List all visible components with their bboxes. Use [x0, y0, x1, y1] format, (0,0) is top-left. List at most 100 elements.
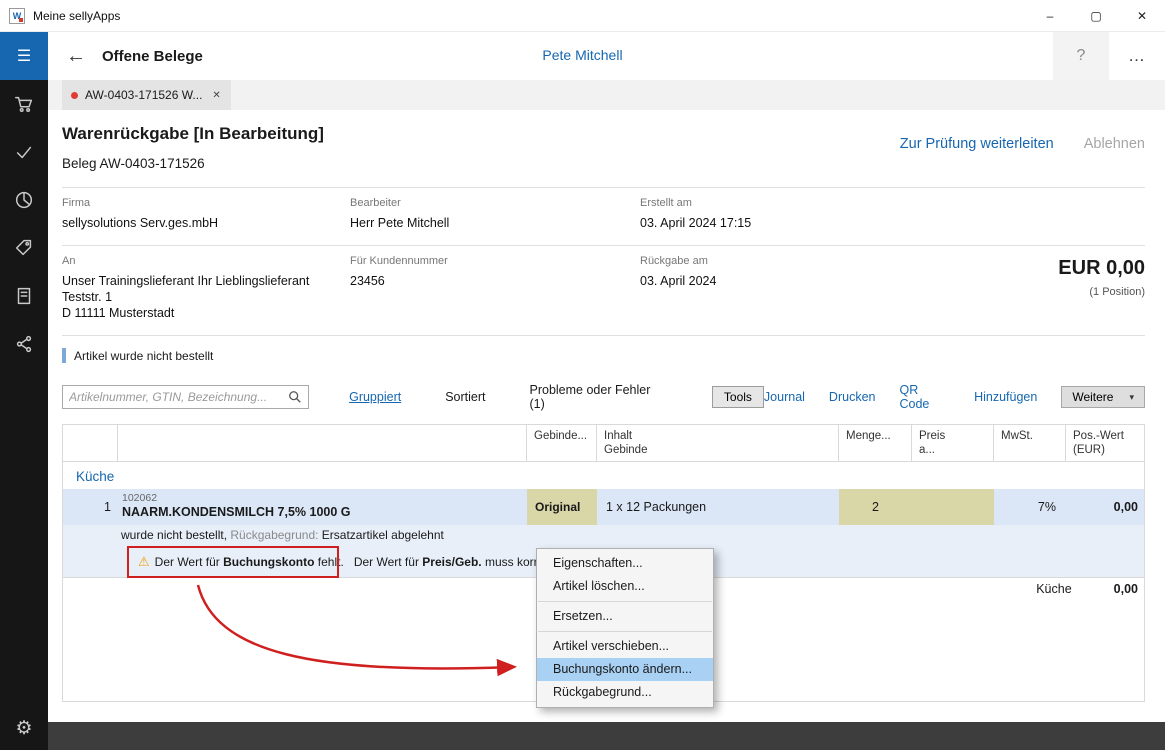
reject-link: Ablehnen: [1084, 136, 1145, 173]
bearbeiter-label: Bearbeiter: [350, 197, 640, 209]
menu-item-artikel-verschieben[interactable]: Artikel verschieben...: [537, 635, 713, 658]
col-number: [63, 425, 118, 461]
window-title: Meine sellyApps: [33, 9, 120, 23]
article-number: 102062: [122, 492, 527, 504]
kundennummer-value: 23456: [350, 273, 640, 289]
warning-icon: ⚠: [138, 554, 150, 570]
an-line1: Unser Trainingslieferant Ihr Lieblingsli…: [62, 273, 350, 289]
note-accent-bar: [62, 348, 66, 363]
hinzufuegen-link[interactable]: Hinzufügen: [974, 390, 1037, 404]
page-title: Offene Belege: [102, 48, 203, 65]
drucken-link[interactable]: Drucken: [829, 390, 876, 404]
rueckgabe-am-value: 03. April 2024: [640, 273, 895, 289]
warning-buchungskonto: ⚠ Der Wert für Buchungskonto fehlt.: [138, 554, 344, 570]
row-number: 1: [63, 489, 118, 525]
tools-button[interactable]: Tools: [712, 386, 764, 408]
window-controls: – ▢ ✕: [1027, 0, 1165, 32]
menge-cell[interactable]: 2: [839, 489, 912, 525]
col-inhalt-gebinde[interactable]: InhaltGebinde: [597, 425, 839, 461]
article-name: NAARM.KONDENSMILCH 7,5% 1000 G: [122, 504, 527, 520]
context-menu: Eigenschaften... Artikel löschen... Erse…: [536, 548, 714, 708]
forward-for-review-link[interactable]: Zur Prüfung weiterleiten: [900, 136, 1054, 173]
gruppiert-link[interactable]: Gruppiert: [349, 390, 401, 404]
back-button[interactable]: ←: [62, 45, 90, 68]
status-bar: [48, 722, 1165, 750]
menu-separator: [538, 601, 712, 602]
firma-label: Firma: [62, 197, 350, 209]
search-icon: [288, 390, 302, 404]
gear-icon[interactable]: ⚙: [0, 708, 48, 748]
help-button[interactable]: ?: [1053, 32, 1109, 80]
article-cell[interactable]: 102062 NAARM.KONDENSMILCH 7,5% 1000 G: [118, 489, 527, 525]
menu-item-ersetzen[interactable]: Ersetzen...: [537, 605, 713, 628]
an-line3: D 11111 Musterstadt: [62, 305, 350, 321]
pos-wert-cell: 0,00: [1066, 489, 1144, 525]
note-part-a: wurde nicht bestellt,: [121, 528, 230, 542]
erstellt-am-value: 03. April 2024 17:15: [640, 215, 895, 231]
document-note: Artikel wurde nicht bestellt: [62, 348, 1145, 363]
col-description: [118, 425, 527, 461]
menu-separator: [538, 631, 712, 632]
app-header: ☰ ← Offene Belege Pete Mitchell ? …: [0, 32, 1165, 80]
journal-link[interactable]: Journal: [764, 390, 805, 404]
menu-item-rueckgabegrund[interactable]: Rückgabegrund...: [537, 681, 713, 704]
erstellt-am-label: Erstellt am: [640, 197, 895, 209]
checkmark-icon[interactable]: [0, 128, 48, 176]
probleme-fehler-link[interactable]: Probleme oder Fehler (1): [530, 383, 668, 411]
bearbeiter-value: Herr Pete Mitchell: [350, 215, 640, 231]
document-tab[interactable]: AW-0403-171526 W... ✕: [62, 80, 231, 110]
title-bar: W Meine sellyApps – ▢ ✕: [0, 0, 1165, 32]
group-header[interactable]: Küche: [63, 462, 1144, 489]
more-options-button[interactable]: …: [1109, 32, 1165, 80]
maximize-button[interactable]: ▢: [1073, 0, 1119, 32]
tab-close-icon[interactable]: ✕: [212, 90, 220, 101]
an-label: An: [62, 255, 350, 267]
gebinde-cell[interactable]: Original: [527, 489, 597, 525]
col-preis[interactable]: Preisa...: [912, 425, 994, 461]
price-tag-icon[interactable]: [0, 224, 48, 272]
rueckgabegrund-label: Rückgabegrund:: [230, 528, 318, 542]
mwst-cell: 7%: [994, 489, 1066, 525]
table-row[interactable]: 1 102062 NAARM.KONDENSMILCH 7,5% 1000 G …: [63, 489, 1144, 525]
col-pos-wert[interactable]: Pos.-Wert(EUR): [1066, 425, 1144, 461]
menu-item-artikel-loeschen[interactable]: Artikel löschen...: [537, 575, 713, 598]
cart-icon[interactable]: [0, 80, 48, 128]
app-logo-icon: W: [9, 8, 25, 24]
qr-code-link[interactable]: QR Code: [899, 383, 950, 411]
rueckgabe-am-label: Rückgabe am: [640, 255, 895, 267]
sidebar: ⚙: [0, 80, 48, 750]
modified-indicator-dot: [71, 92, 78, 99]
summary-group-label: Küche: [1036, 582, 1071, 596]
current-user[interactable]: Pete Mitchell: [542, 47, 622, 63]
share-icon[interactable]: [0, 320, 48, 368]
weitere-label: Weitere: [1072, 390, 1113, 404]
summary-value: 0,00: [1114, 582, 1138, 596]
row-status-note: wurde nicht bestellt, Rückgabegrund: Ers…: [63, 525, 1144, 546]
document-header: Warenrückgabe [In Bearbeitung] Beleg AW-…: [48, 110, 1165, 173]
tab-strip: AW-0403-171526 W... ✕: [48, 80, 1165, 110]
an-line2: Teststr. 1: [62, 289, 350, 305]
hamburger-menu-icon[interactable]: ☰: [0, 32, 48, 80]
inhalt-cell[interactable]: 1 x 12 Packungen: [597, 489, 839, 525]
col-gebinde[interactable]: Gebinde...: [527, 425, 597, 461]
book-icon[interactable]: [0, 272, 48, 320]
kundennummer-label: Für Kundennummer: [350, 255, 640, 267]
search-input[interactable]: [69, 390, 282, 404]
preis-cell[interactable]: [912, 489, 994, 525]
close-button[interactable]: ✕: [1119, 0, 1165, 32]
col-menge[interactable]: Menge...: [839, 425, 912, 461]
chevron-down-icon: ▾: [1129, 392, 1134, 403]
table-header-row: Gebinde... InhaltGebinde Menge... Preisa…: [63, 425, 1144, 462]
col-mwst[interactable]: MwSt.: [994, 425, 1066, 461]
minimize-button[interactable]: –: [1027, 0, 1073, 32]
menu-item-buchungskonto-aendern[interactable]: Buchungskonto ändern...: [537, 658, 713, 681]
pie-chart-icon[interactable]: [0, 176, 48, 224]
weitere-dropdown[interactable]: Weitere ▾: [1061, 386, 1145, 408]
menu-item-eigenschaften[interactable]: Eigenschaften...: [537, 552, 713, 575]
article-search[interactable]: [62, 385, 309, 409]
sortiert-link[interactable]: Sortiert: [445, 390, 485, 404]
an-address: Unser Trainingslieferant Ihr Lieblingsli…: [62, 273, 350, 321]
note-text: Artikel wurde nicht bestellt: [74, 349, 213, 363]
firma-value: sellysolutions Serv.ges.mbH: [62, 215, 350, 231]
position-count: (1 Position): [895, 286, 1145, 298]
